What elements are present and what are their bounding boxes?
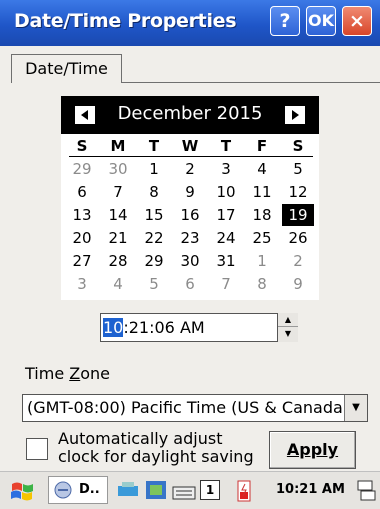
taskbar-task-button[interactable]: D.. <box>48 476 108 504</box>
start-button[interactable] <box>6 476 36 504</box>
calendar-day[interactable]: 8 <box>244 273 280 295</box>
month-year-label[interactable]: December 2015 <box>101 103 279 124</box>
calendar-day[interactable]: 17 <box>208 204 244 226</box>
weekday-header: SMTWTFS <box>61 137 319 155</box>
time-spinner[interactable]: ▲ ▼ <box>277 313 298 342</box>
arrow-right-icon <box>292 110 299 120</box>
calendar-day[interactable]: 4 <box>244 158 280 180</box>
show-desktop-icon[interactable] <box>356 478 376 502</box>
time-zone-label: Time Zone <box>25 364 110 383</box>
calendar-day-selected[interactable]: 19 <box>282 204 314 226</box>
calendar-day[interactable]: 21 <box>100 227 136 249</box>
calendar-day[interactable]: 29 <box>64 158 100 180</box>
close-button[interactable]: × <box>342 6 372 36</box>
calendar-day[interactable]: 29 <box>136 250 172 272</box>
calendar-day[interactable]: 13 <box>64 204 100 226</box>
tab-divider <box>122 82 380 83</box>
spin-down-icon[interactable]: ▼ <box>278 327 298 340</box>
calendar-day[interactable]: 25 <box>244 227 280 249</box>
spin-up-icon[interactable]: ▲ <box>278 313 298 327</box>
calendar-day[interactable]: 16 <box>172 204 208 226</box>
calendar-day[interactable]: 5 <box>136 273 172 295</box>
previous-month-button[interactable] <box>75 106 95 124</box>
weekday-divider <box>69 156 313 157</box>
time-zone-value: (GMT-08:00) Pacific Time (US & Canada) <box>27 398 350 417</box>
calendar-day[interactable]: 31 <box>208 250 244 272</box>
apply-button[interactable]: Apply <box>269 431 356 469</box>
weekday-label: S <box>292 137 304 155</box>
daylight-saving-label[interactable]: Automatically adjust clock for daylight … <box>58 430 258 466</box>
calendar-day[interactable]: 7 <box>208 273 244 295</box>
calendar-day[interactable]: 1 <box>136 158 172 180</box>
calendar-day[interactable]: 6 <box>64 181 100 203</box>
help-button[interactable]: ? <box>270 6 300 36</box>
input-mode-badge[interactable]: 1 <box>200 480 220 500</box>
ok-button[interactable]: OK <box>306 6 336 36</box>
calendar-day[interactable]: 12 <box>280 181 316 203</box>
calendar-day[interactable]: 9 <box>172 181 208 203</box>
taskbar: D.. 1 10:21 AM <box>0 471 380 509</box>
network-tray-icon[interactable] <box>116 478 140 502</box>
taskbar-clock[interactable]: 10:21 AM <box>276 482 345 497</box>
calendar-header: December 2015 <box>61 96 319 134</box>
next-month-button[interactable] <box>285 106 305 124</box>
calendar-day[interactable]: 7 <box>100 181 136 203</box>
weekday-label: T <box>220 137 232 155</box>
calendar-day[interactable]: 22 <box>136 227 172 249</box>
calendar-day[interactable]: 3 <box>208 158 244 180</box>
calendar-day[interactable]: 1 <box>244 250 280 272</box>
calendar-day[interactable]: 8 <box>136 181 172 203</box>
time-hour-field[interactable]: 10 <box>103 318 124 337</box>
window-title: Date/Time Properties <box>14 10 237 32</box>
keyboard-icon[interactable] <box>172 478 196 502</box>
arrow-left-icon <box>81 110 88 120</box>
time-zone-dropdown[interactable]: (GMT-08:00) Pacific Time (US & Canada) ▼ <box>22 394 368 422</box>
calendar-day[interactable]: 18 <box>244 204 280 226</box>
calendar-day[interactable]: 30 <box>100 158 136 180</box>
calendar-day[interactable]: 24 <box>208 227 244 249</box>
calendar-day[interactable]: 5 <box>280 158 316 180</box>
calendar-day[interactable]: 27 <box>64 250 100 272</box>
weekday-label: T <box>148 137 160 155</box>
time-rest[interactable]: :21:06 AM <box>123 318 204 337</box>
calendar-day[interactable]: 11 <box>244 181 280 203</box>
calendar-day[interactable]: 10 <box>208 181 244 203</box>
weekday-label: S <box>76 137 88 155</box>
windows-flag-icon <box>11 482 33 501</box>
calendar-day[interactable]: 30 <box>172 250 208 272</box>
calendar-day[interactable]: 4 <box>100 273 136 295</box>
weekday-label: M <box>110 137 126 155</box>
time-picker[interactable]: 10:21:06 AM ▲ ▼ <box>100 313 298 342</box>
calendar-day[interactable]: 23 <box>172 227 208 249</box>
dropdown-arrow-icon[interactable]: ▼ <box>344 395 367 421</box>
calendar-day[interactable]: 14 <box>100 204 136 226</box>
calendar-day[interactable]: 9 <box>280 273 316 295</box>
calendar-day[interactable]: 6 <box>172 273 208 295</box>
calendar-day[interactable]: 15 <box>136 204 172 226</box>
calendar-day[interactable]: 20 <box>64 227 100 249</box>
title-bar: Date/Time Properties ? OK × <box>0 0 380 46</box>
calendar-day[interactable]: 2 <box>280 250 316 272</box>
weekday-label: F <box>256 137 268 155</box>
calendar-day[interactable]: 2 <box>172 158 208 180</box>
calendar-day[interactable]: 3 <box>64 273 100 295</box>
connection-tray-icon[interactable] <box>144 478 168 502</box>
calendar-day[interactable]: 28 <box>100 250 136 272</box>
month-calendar: December 2015 SMTWTFS 29 30 1 2 3 4 5 6 7 8 9 10 11 1… <box>61 96 319 300</box>
settings-task-icon <box>54 481 72 499</box>
tab-date-time[interactable]: Date/Time <box>11 54 122 83</box>
weekday-label: W <box>181 137 199 155</box>
daylight-saving-checkbox[interactable] <box>26 438 48 460</box>
calendar-day[interactable]: 26 <box>280 227 316 249</box>
battery-icon[interactable] <box>232 478 256 502</box>
